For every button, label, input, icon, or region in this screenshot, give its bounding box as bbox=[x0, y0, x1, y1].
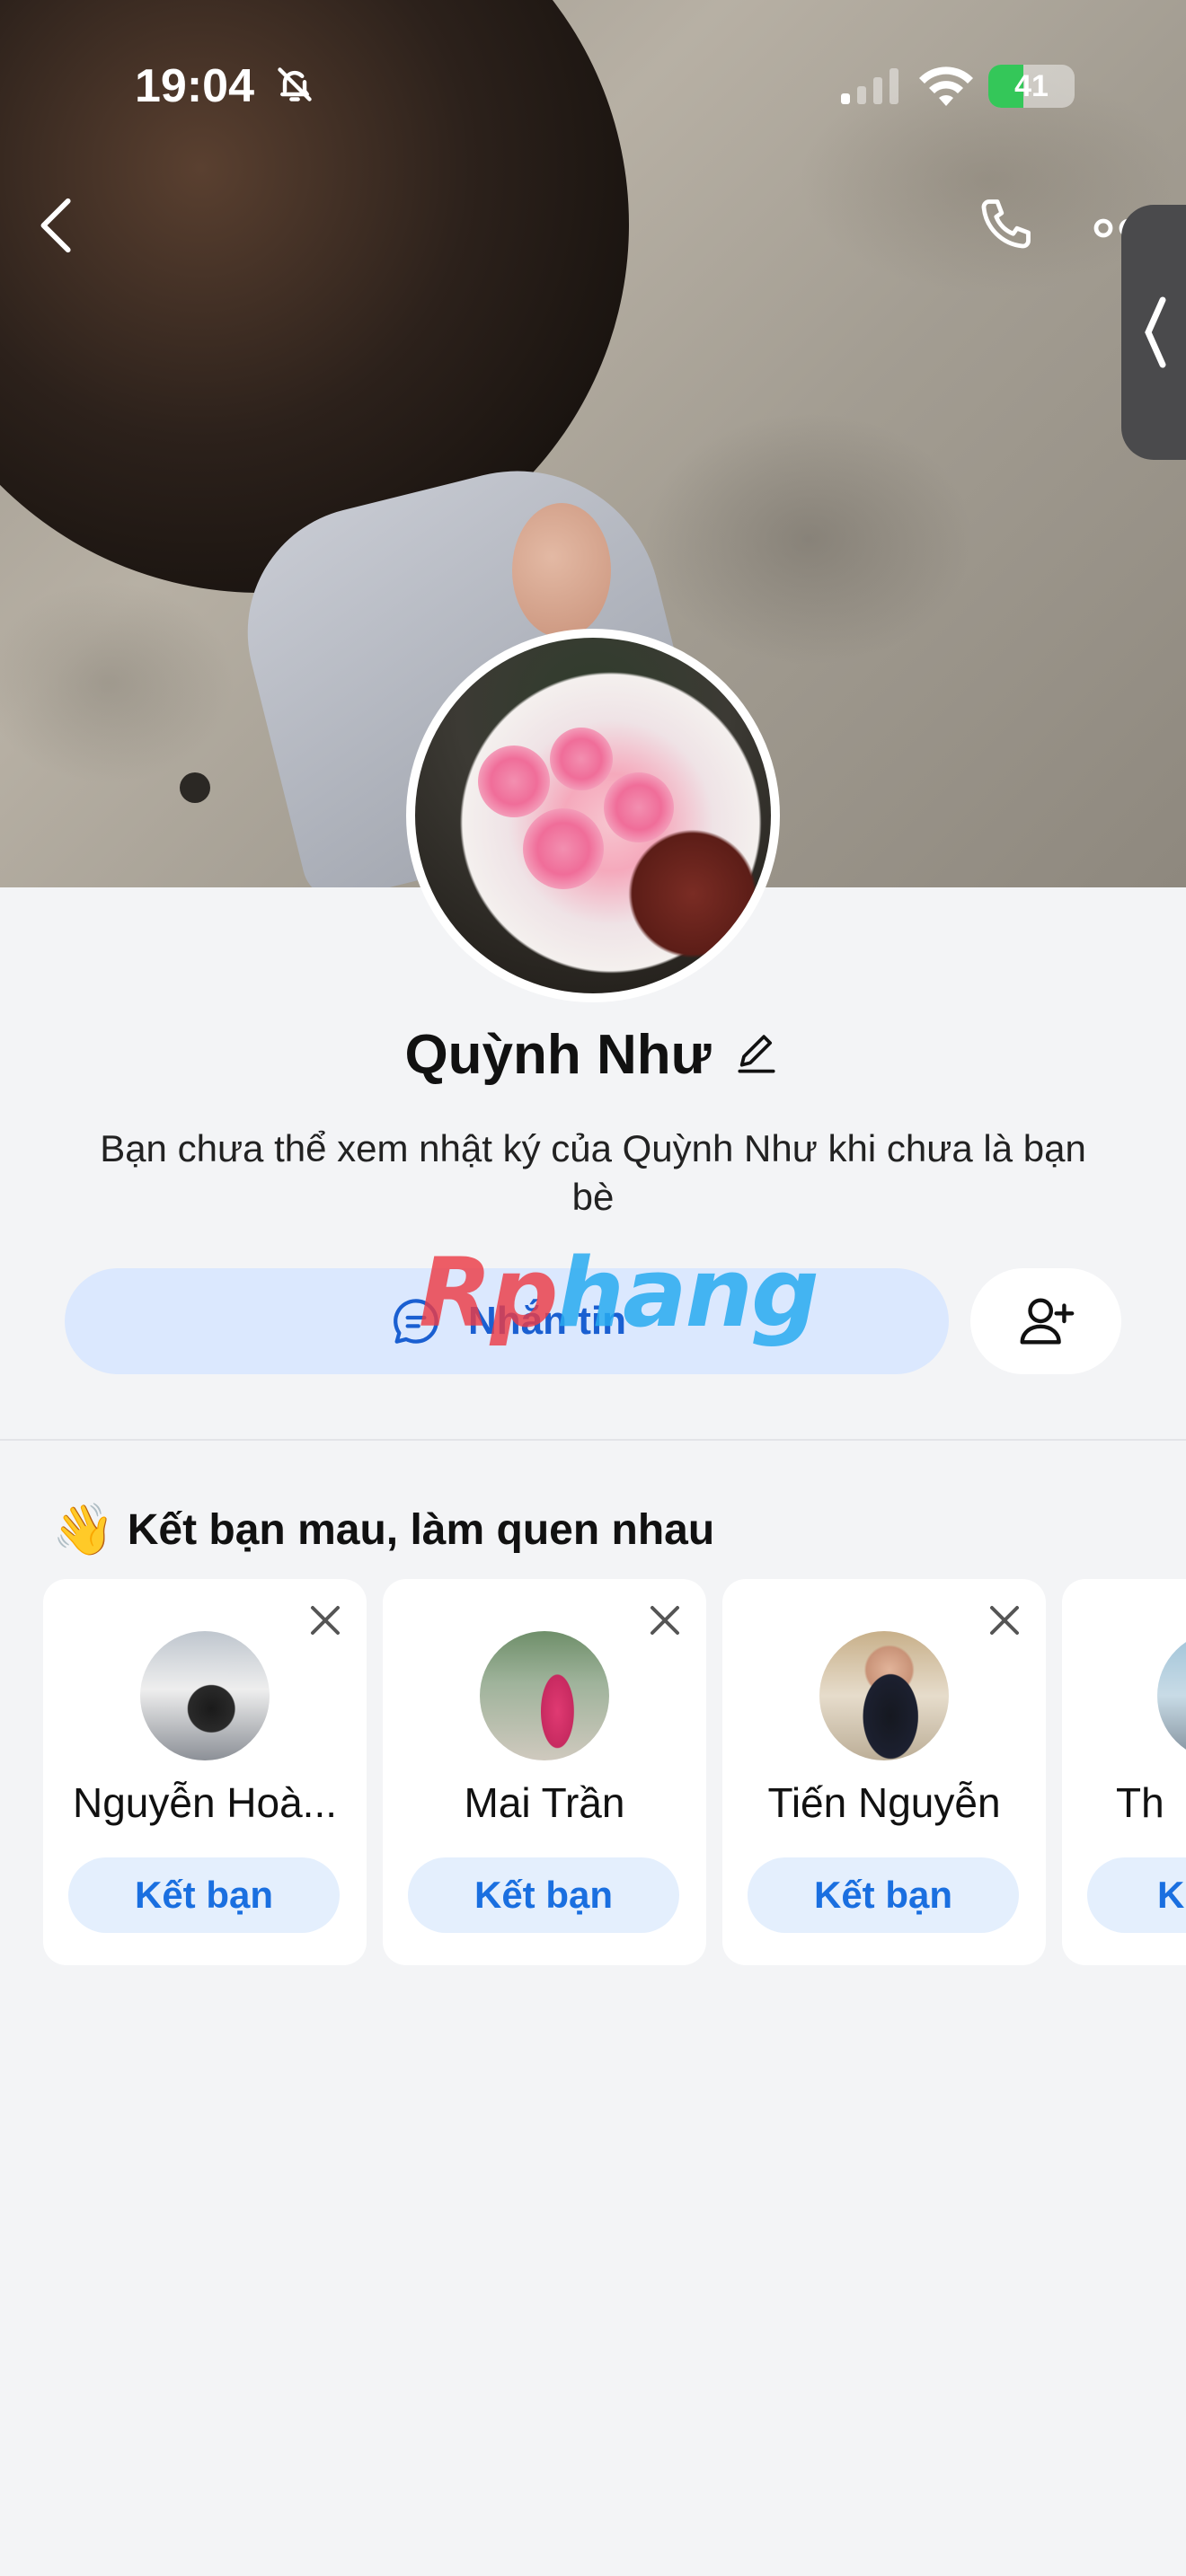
side-panel-handle[interactable] bbox=[1121, 205, 1186, 460]
close-icon[interactable] bbox=[643, 1599, 686, 1642]
cover-ear bbox=[512, 503, 611, 638]
profile-name: Quỳnh Như bbox=[404, 1023, 712, 1086]
battery-indicator: 41 bbox=[988, 65, 1075, 108]
suggestion-card[interactable]: Mai Trần Kết bạn bbox=[383, 1579, 706, 1965]
add-friend-card-button[interactable]: Kế bbox=[1087, 1857, 1186, 1933]
wave-emoji: 👋 bbox=[52, 1501, 115, 1557]
add-friend-button[interactable] bbox=[970, 1268, 1121, 1374]
add-friend-card-button[interactable]: Kết bạn bbox=[748, 1857, 1019, 1933]
avatar-flower bbox=[550, 728, 613, 790]
bell-off-icon bbox=[278, 67, 312, 101]
suggestion-avatar[interactable] bbox=[140, 1631, 270, 1760]
edit-pencil-icon[interactable] bbox=[731, 1029, 782, 1080]
phone-icon[interactable] bbox=[976, 192, 1040, 257]
diary-restriction-note: Bạn chưa thể xem nhật ký của Quỳnh Như k… bbox=[100, 1127, 1086, 1218]
suggestion-card[interactable]: Nguyễn Hoà... Kết bạn bbox=[43, 1579, 367, 1965]
suggestion-name: Tiến Nguyễn bbox=[767, 1779, 1001, 1826]
suggestion-avatar[interactable] bbox=[819, 1631, 949, 1760]
watermark-part2: hang bbox=[556, 1238, 819, 1348]
suggestion-card[interactable]: Th Kế bbox=[1062, 1579, 1186, 1965]
suggestions-title: Kết bạn mau, làm quen nhau bbox=[127, 1505, 715, 1554]
signal-icon bbox=[841, 68, 906, 104]
suggestion-name: Mai Trần bbox=[464, 1779, 625, 1826]
avatar-image bbox=[415, 638, 771, 993]
close-icon[interactable] bbox=[983, 1599, 1026, 1642]
watermark-part1: Rp bbox=[419, 1238, 558, 1348]
suggestion-card[interactable]: Tiến Nguyễn Kết bạn bbox=[722, 1579, 1046, 1965]
suggestion-name: Nguyễn Hoà... bbox=[72, 1779, 338, 1826]
avatar[interactable] bbox=[406, 629, 780, 1002]
cover-spot bbox=[180, 772, 210, 803]
wifi-icon bbox=[919, 66, 973, 106]
avatar-flower bbox=[604, 772, 674, 842]
profile-name-row: Quỳnh Như bbox=[0, 1019, 1186, 1090]
chevron-left-icon bbox=[1145, 296, 1166, 368]
avatar-flower bbox=[478, 745, 550, 817]
status-bar: 19:04 41 bbox=[0, 0, 1186, 171]
close-icon[interactable] bbox=[304, 1599, 347, 1642]
battery-level: 41 bbox=[1014, 68, 1049, 103]
section-divider bbox=[0, 1439, 1186, 1441]
add-friend-card-button[interactable]: Kết bạn bbox=[408, 1857, 679, 1933]
avatar-flower bbox=[523, 808, 604, 889]
add-friend-card-button[interactable]: Kết bạn bbox=[68, 1857, 340, 1933]
suggestion-avatar[interactable] bbox=[1157, 1631, 1186, 1760]
suggestions-title-row: 👋 Kết bạn mau, làm quen nhau bbox=[52, 1495, 714, 1565]
add-user-icon bbox=[1020, 1298, 1075, 1345]
watermark-logo: Rphang bbox=[419, 1238, 819, 1348]
status-time: 19:04 bbox=[135, 60, 254, 112]
chevron-left-icon[interactable] bbox=[32, 194, 83, 257]
suggestion-name: Th bbox=[1116, 1779, 1164, 1826]
suggestion-list[interactable]: Nguyễn Hoà... Kết bạn Mai Trần Kết bạn T… bbox=[43, 1579, 1186, 1965]
suggestion-avatar[interactable] bbox=[480, 1631, 609, 1760]
